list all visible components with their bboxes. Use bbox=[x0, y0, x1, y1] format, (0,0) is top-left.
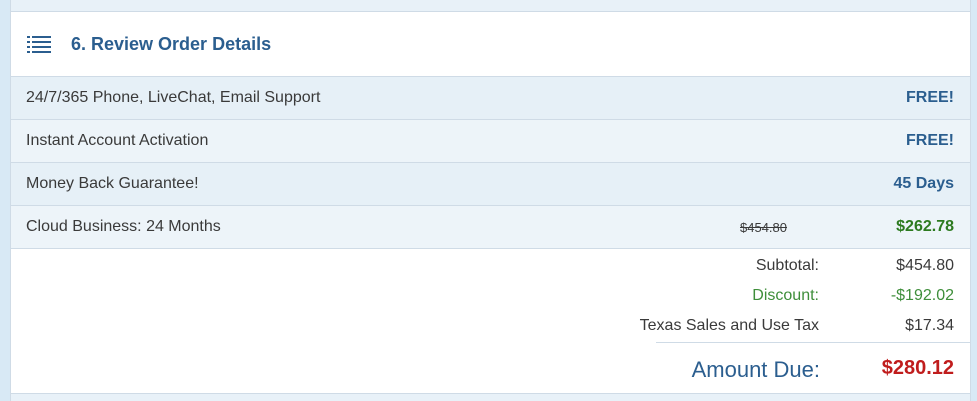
discount-value: -$192.02 bbox=[890, 287, 954, 304]
line-value: $262.78 bbox=[896, 218, 954, 235]
line-label: Money Back Guarantee! bbox=[26, 175, 199, 192]
line-value: FREE! bbox=[906, 132, 954, 149]
amount-due-value: $280.12 bbox=[881, 357, 954, 379]
order-line-plan: Cloud Business: 24 Months $454.80 $262.7… bbox=[11, 206, 970, 249]
amount-due-label: Amount Due: bbox=[691, 357, 820, 382]
line-label: Instant Account Activation bbox=[26, 132, 209, 149]
previous-section-edge bbox=[10, 0, 971, 11]
order-line-guarantee: Money Back Guarantee! 45 Days bbox=[11, 163, 970, 206]
tax-label: Texas Sales and Use Tax bbox=[639, 317, 819, 334]
subtotal-label: Subtotal: bbox=[755, 257, 819, 274]
line-label: 24/7/365 Phone, LiveChat, Email Support bbox=[26, 89, 321, 106]
original-price: $454.80 bbox=[740, 219, 787, 235]
tax-line: Texas Sales and Use Tax $17.34 bbox=[640, 317, 954, 335]
review-order-panel: 6. Review Order Details 24/7/365 Phone, … bbox=[10, 11, 971, 394]
section-header: 6. Review Order Details bbox=[11, 12, 970, 77]
order-line-activation: Instant Account Activation FREE! bbox=[11, 120, 970, 163]
discount-label: Discount: bbox=[752, 287, 819, 304]
tax-value: $17.34 bbox=[905, 317, 954, 334]
next-section-edge bbox=[10, 394, 971, 401]
subtotal-value: $454.80 bbox=[896, 257, 954, 274]
subtotal-line: Subtotal: $454.80 bbox=[756, 257, 954, 275]
line-value: 45 Days bbox=[893, 175, 955, 192]
section-title: 6. Review Order Details bbox=[71, 33, 272, 54]
list-icon bbox=[27, 35, 51, 53]
line-value: FREE! bbox=[906, 89, 954, 106]
order-summary: Subtotal: $454.80 Discount: -$192.02 Tex… bbox=[11, 249, 970, 394]
discount-line: Discount: -$192.02 bbox=[752, 287, 954, 305]
order-line-support: 24/7/365 Phone, LiveChat, Email Support … bbox=[11, 77, 970, 120]
summary-divider bbox=[656, 342, 970, 343]
